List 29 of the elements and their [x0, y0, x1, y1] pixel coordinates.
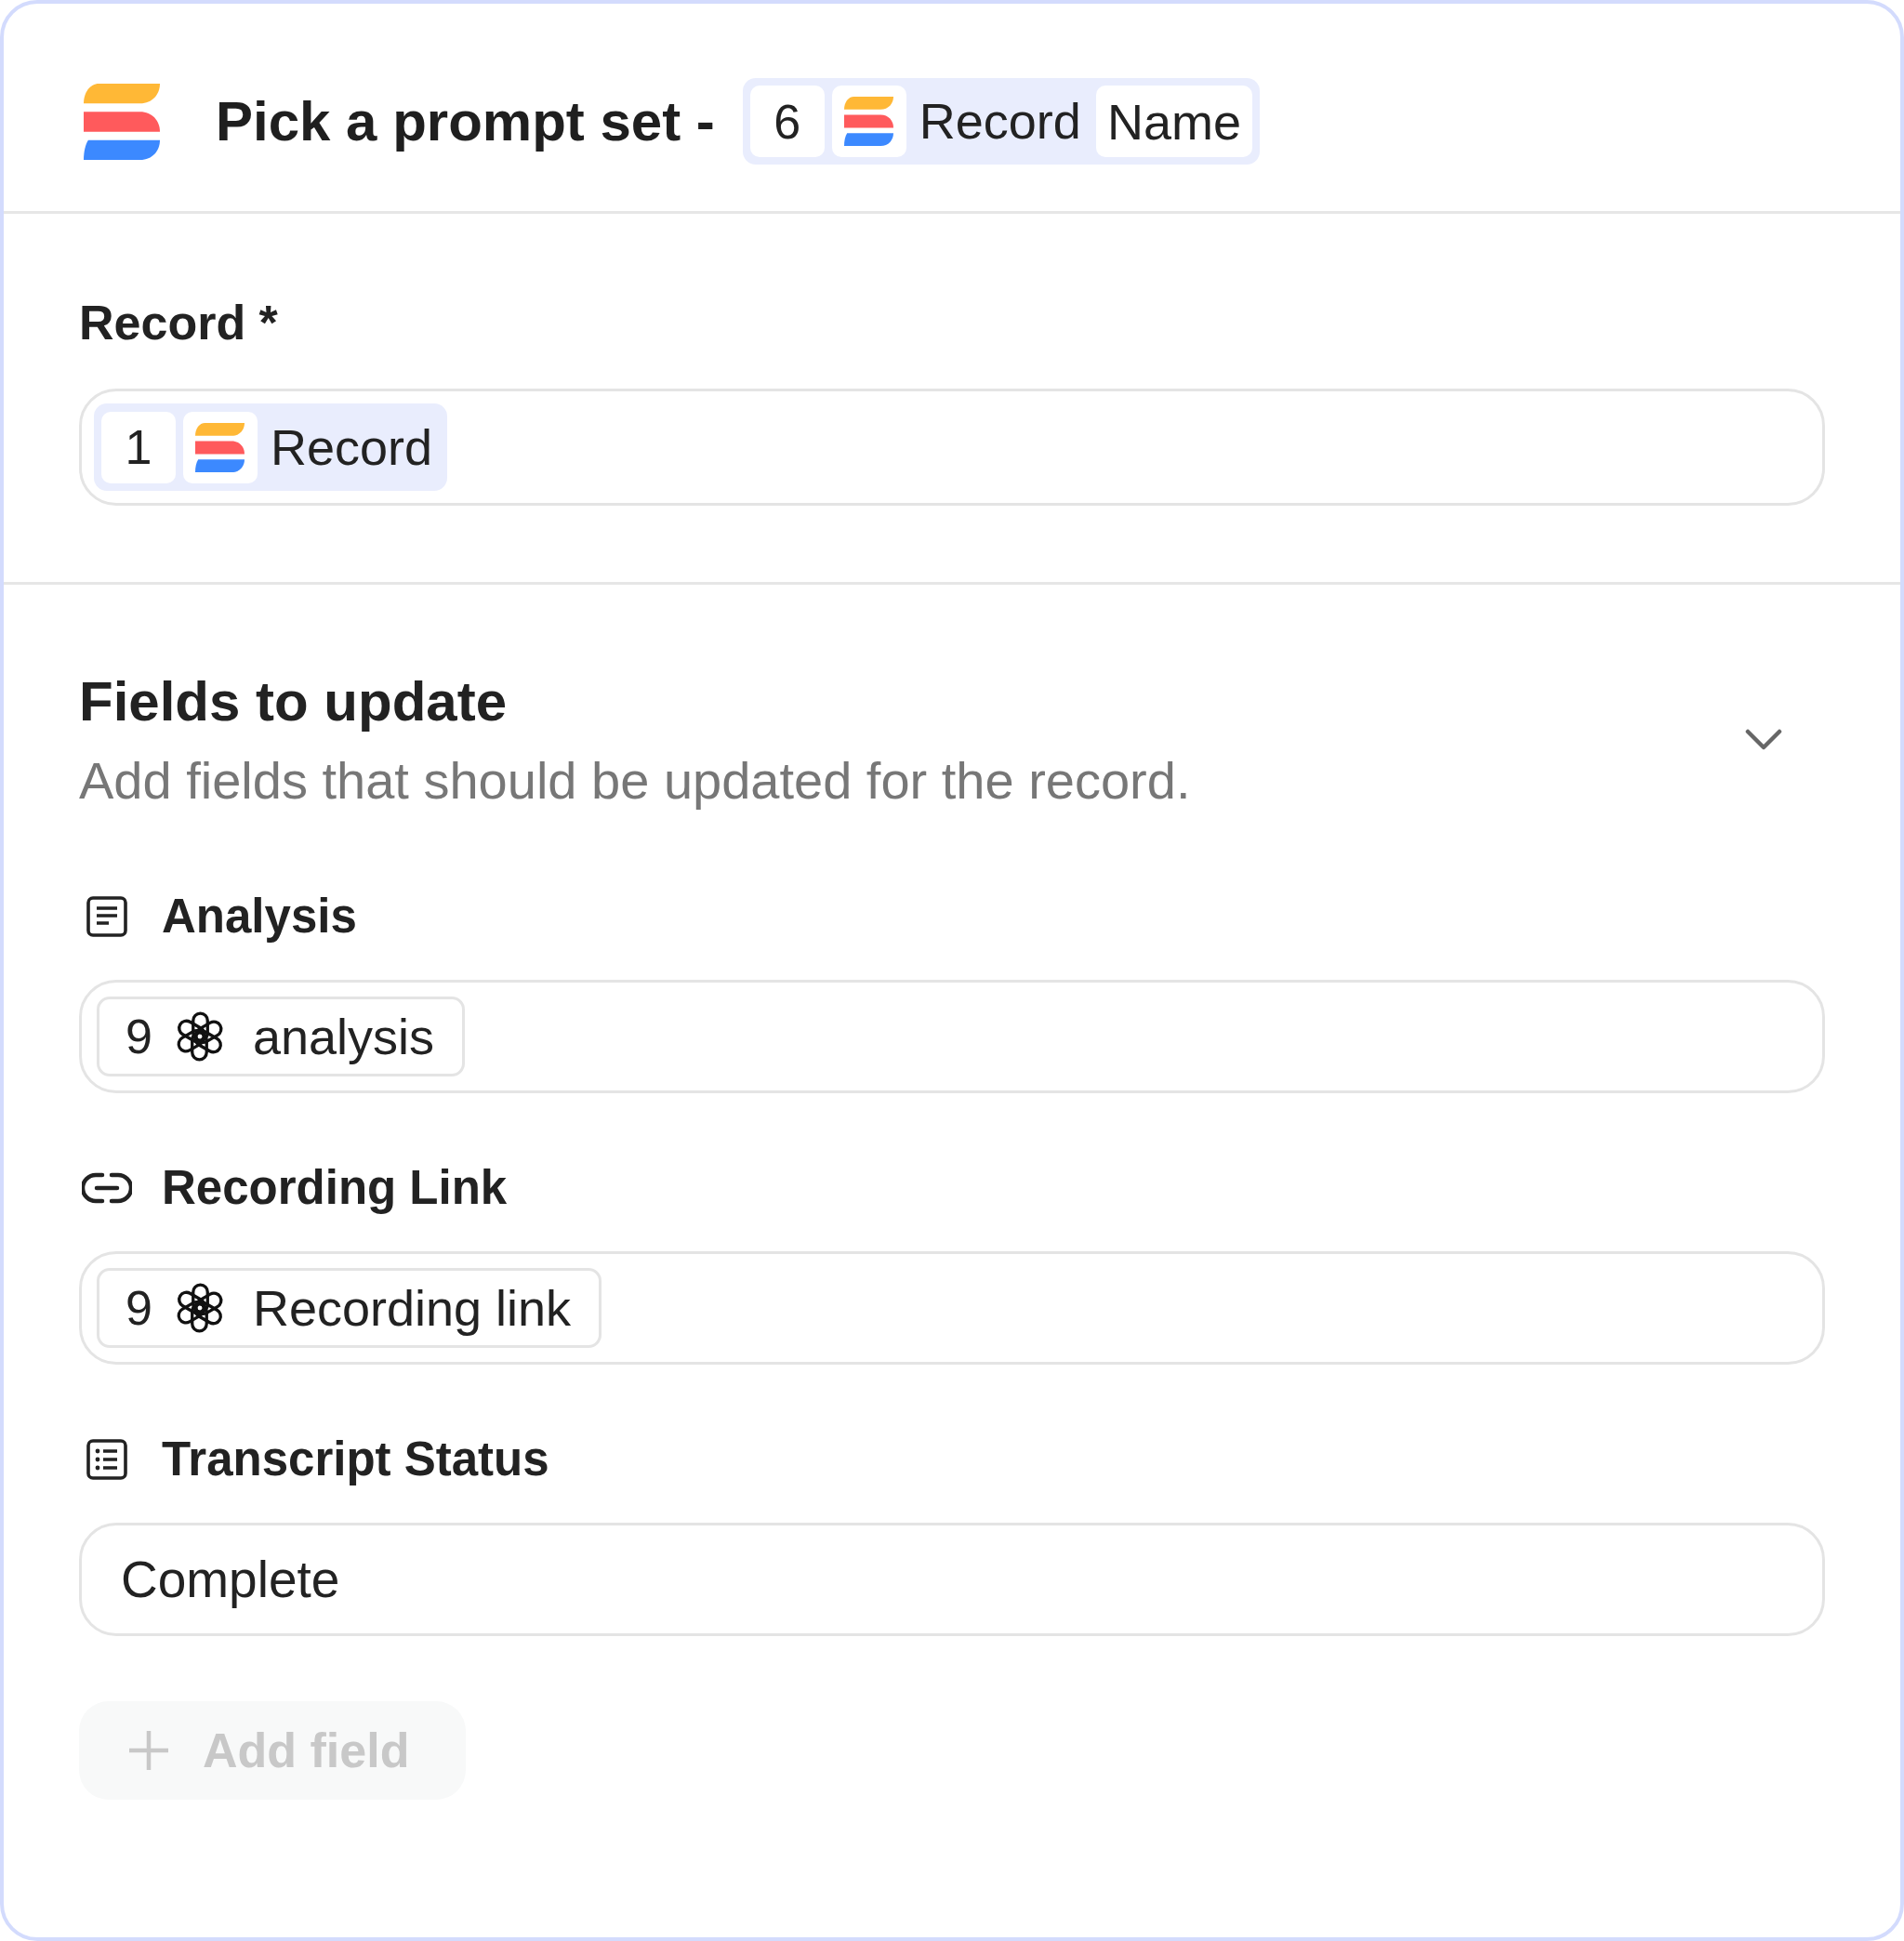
field-label: Transcript Status: [162, 1432, 549, 1487]
section-title: Fields to update: [79, 670, 509, 733]
token-label: Record: [270, 417, 434, 477]
step-number: 1: [101, 411, 176, 483]
chevron-icon[interactable]: [1745, 728, 1782, 752]
field-label: Record *: [79, 295, 279, 350]
app-logo-icon: [831, 86, 906, 157]
step-number: 6: [749, 86, 825, 157]
link-icon: [82, 1172, 132, 1204]
document-icon: [86, 896, 127, 937]
token-field: Name: [1095, 86, 1252, 157]
panel-title: Pick a prompt set -: [216, 88, 715, 154]
field-value: Complete: [120, 1550, 340, 1609]
input-field[interactable]: 9 analysis: [79, 980, 1825, 1093]
list-icon: [86, 1439, 127, 1480]
step-number: 9: [126, 1280, 152, 1336]
token-label: analysis: [251, 1007, 435, 1066]
input-field[interactable]: 9 Recording link: [79, 1251, 1825, 1365]
plus-icon: [126, 1728, 171, 1773]
field-label: Recording Link: [162, 1160, 508, 1216]
field-label: Analysis: [162, 889, 357, 944]
app-logo-icon: [84, 83, 160, 160]
app-logo-icon: [183, 411, 258, 483]
token-label: Record: [918, 92, 1082, 151]
token-label: Recording link: [251, 1278, 573, 1338]
input-field[interactable]: Complete: [79, 1523, 1825, 1636]
step-number: 9: [126, 1009, 152, 1064]
section-description: Add fields that should be updated for the record.: [79, 752, 1191, 810]
input-field[interactable]: 1 Record: [79, 389, 1825, 506]
